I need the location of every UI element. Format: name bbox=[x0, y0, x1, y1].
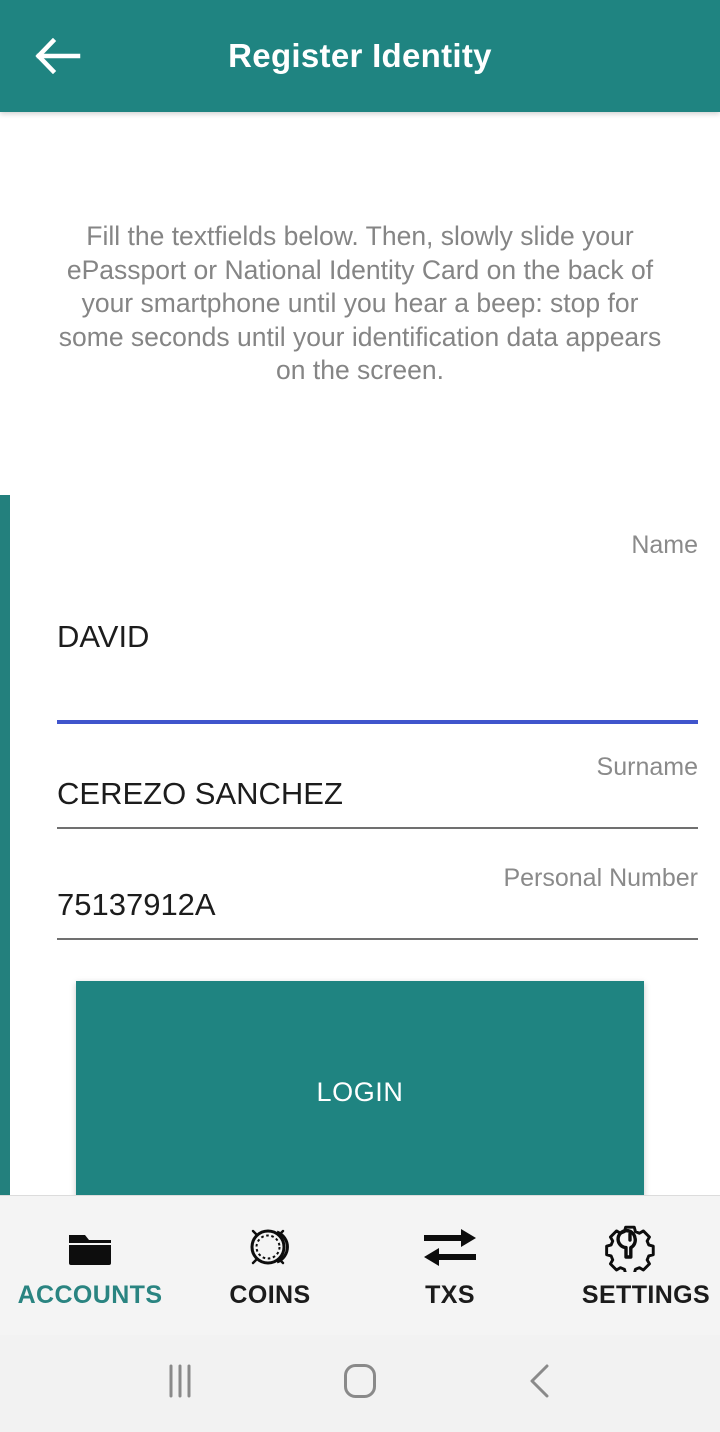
tab-settings[interactable]: SETTINGS bbox=[540, 1196, 720, 1335]
field-personal-number-underline bbox=[57, 938, 698, 940]
coin-icon bbox=[245, 1222, 295, 1272]
tab-txs-label: TXS bbox=[425, 1280, 475, 1309]
app-bar: Register Identity bbox=[0, 0, 720, 112]
login-button[interactable]: LOGIN bbox=[76, 981, 644, 1195]
back-button[interactable] bbox=[22, 20, 94, 92]
back-nav-button[interactable] bbox=[500, 1344, 580, 1424]
field-name-input[interactable]: DAVID bbox=[0, 560, 720, 657]
field-personal-number[interactable]: Personal Number 75137912A bbox=[0, 863, 720, 940]
recents-bars-icon bbox=[165, 1364, 195, 1403]
field-name[interactable]: Name DAVID bbox=[0, 507, 720, 724]
tab-accounts-label: ACCOUNTS bbox=[17, 1280, 163, 1309]
field-name-underline bbox=[57, 720, 698, 724]
instructions-text: Fill the textfields below. Then, slowly … bbox=[58, 221, 662, 385]
field-surname[interactable]: Surname CEREZO SANCHEZ bbox=[0, 752, 720, 829]
field-name-label: Name bbox=[631, 531, 698, 559]
page-title: Register Identity bbox=[228, 37, 492, 74]
gear-wrench-icon bbox=[605, 1222, 655, 1272]
chevron-left-icon bbox=[527, 1363, 553, 1404]
app-screen: Register Identity Fill the textfields be… bbox=[0, 0, 720, 1432]
transfer-arrows-icon bbox=[421, 1222, 479, 1272]
bottom-tab-bar: ACCOUNTS COINS TXS SETTINGS bbox=[0, 1195, 720, 1335]
recents-button[interactable] bbox=[140, 1344, 220, 1424]
arrow-left-icon bbox=[35, 38, 81, 74]
identity-form: Name DAVID Surname CEREZO SANCHEZ Person… bbox=[0, 507, 720, 1195]
field-surname-underline bbox=[57, 827, 698, 829]
home-square-icon bbox=[343, 1363, 377, 1404]
tab-accounts[interactable]: ACCOUNTS bbox=[0, 1196, 180, 1335]
tab-settings-label: SETTINGS bbox=[581, 1280, 711, 1309]
tab-coins-label: COINS bbox=[229, 1280, 311, 1309]
folder-icon bbox=[67, 1222, 113, 1272]
tab-txs[interactable]: TXS bbox=[360, 1196, 540, 1335]
system-navigation-bar bbox=[0, 1335, 720, 1432]
tab-coins[interactable]: COINS bbox=[180, 1196, 360, 1335]
content-area: Fill the textfields below. Then, slowly … bbox=[0, 112, 720, 1195]
home-button[interactable] bbox=[320, 1344, 400, 1424]
